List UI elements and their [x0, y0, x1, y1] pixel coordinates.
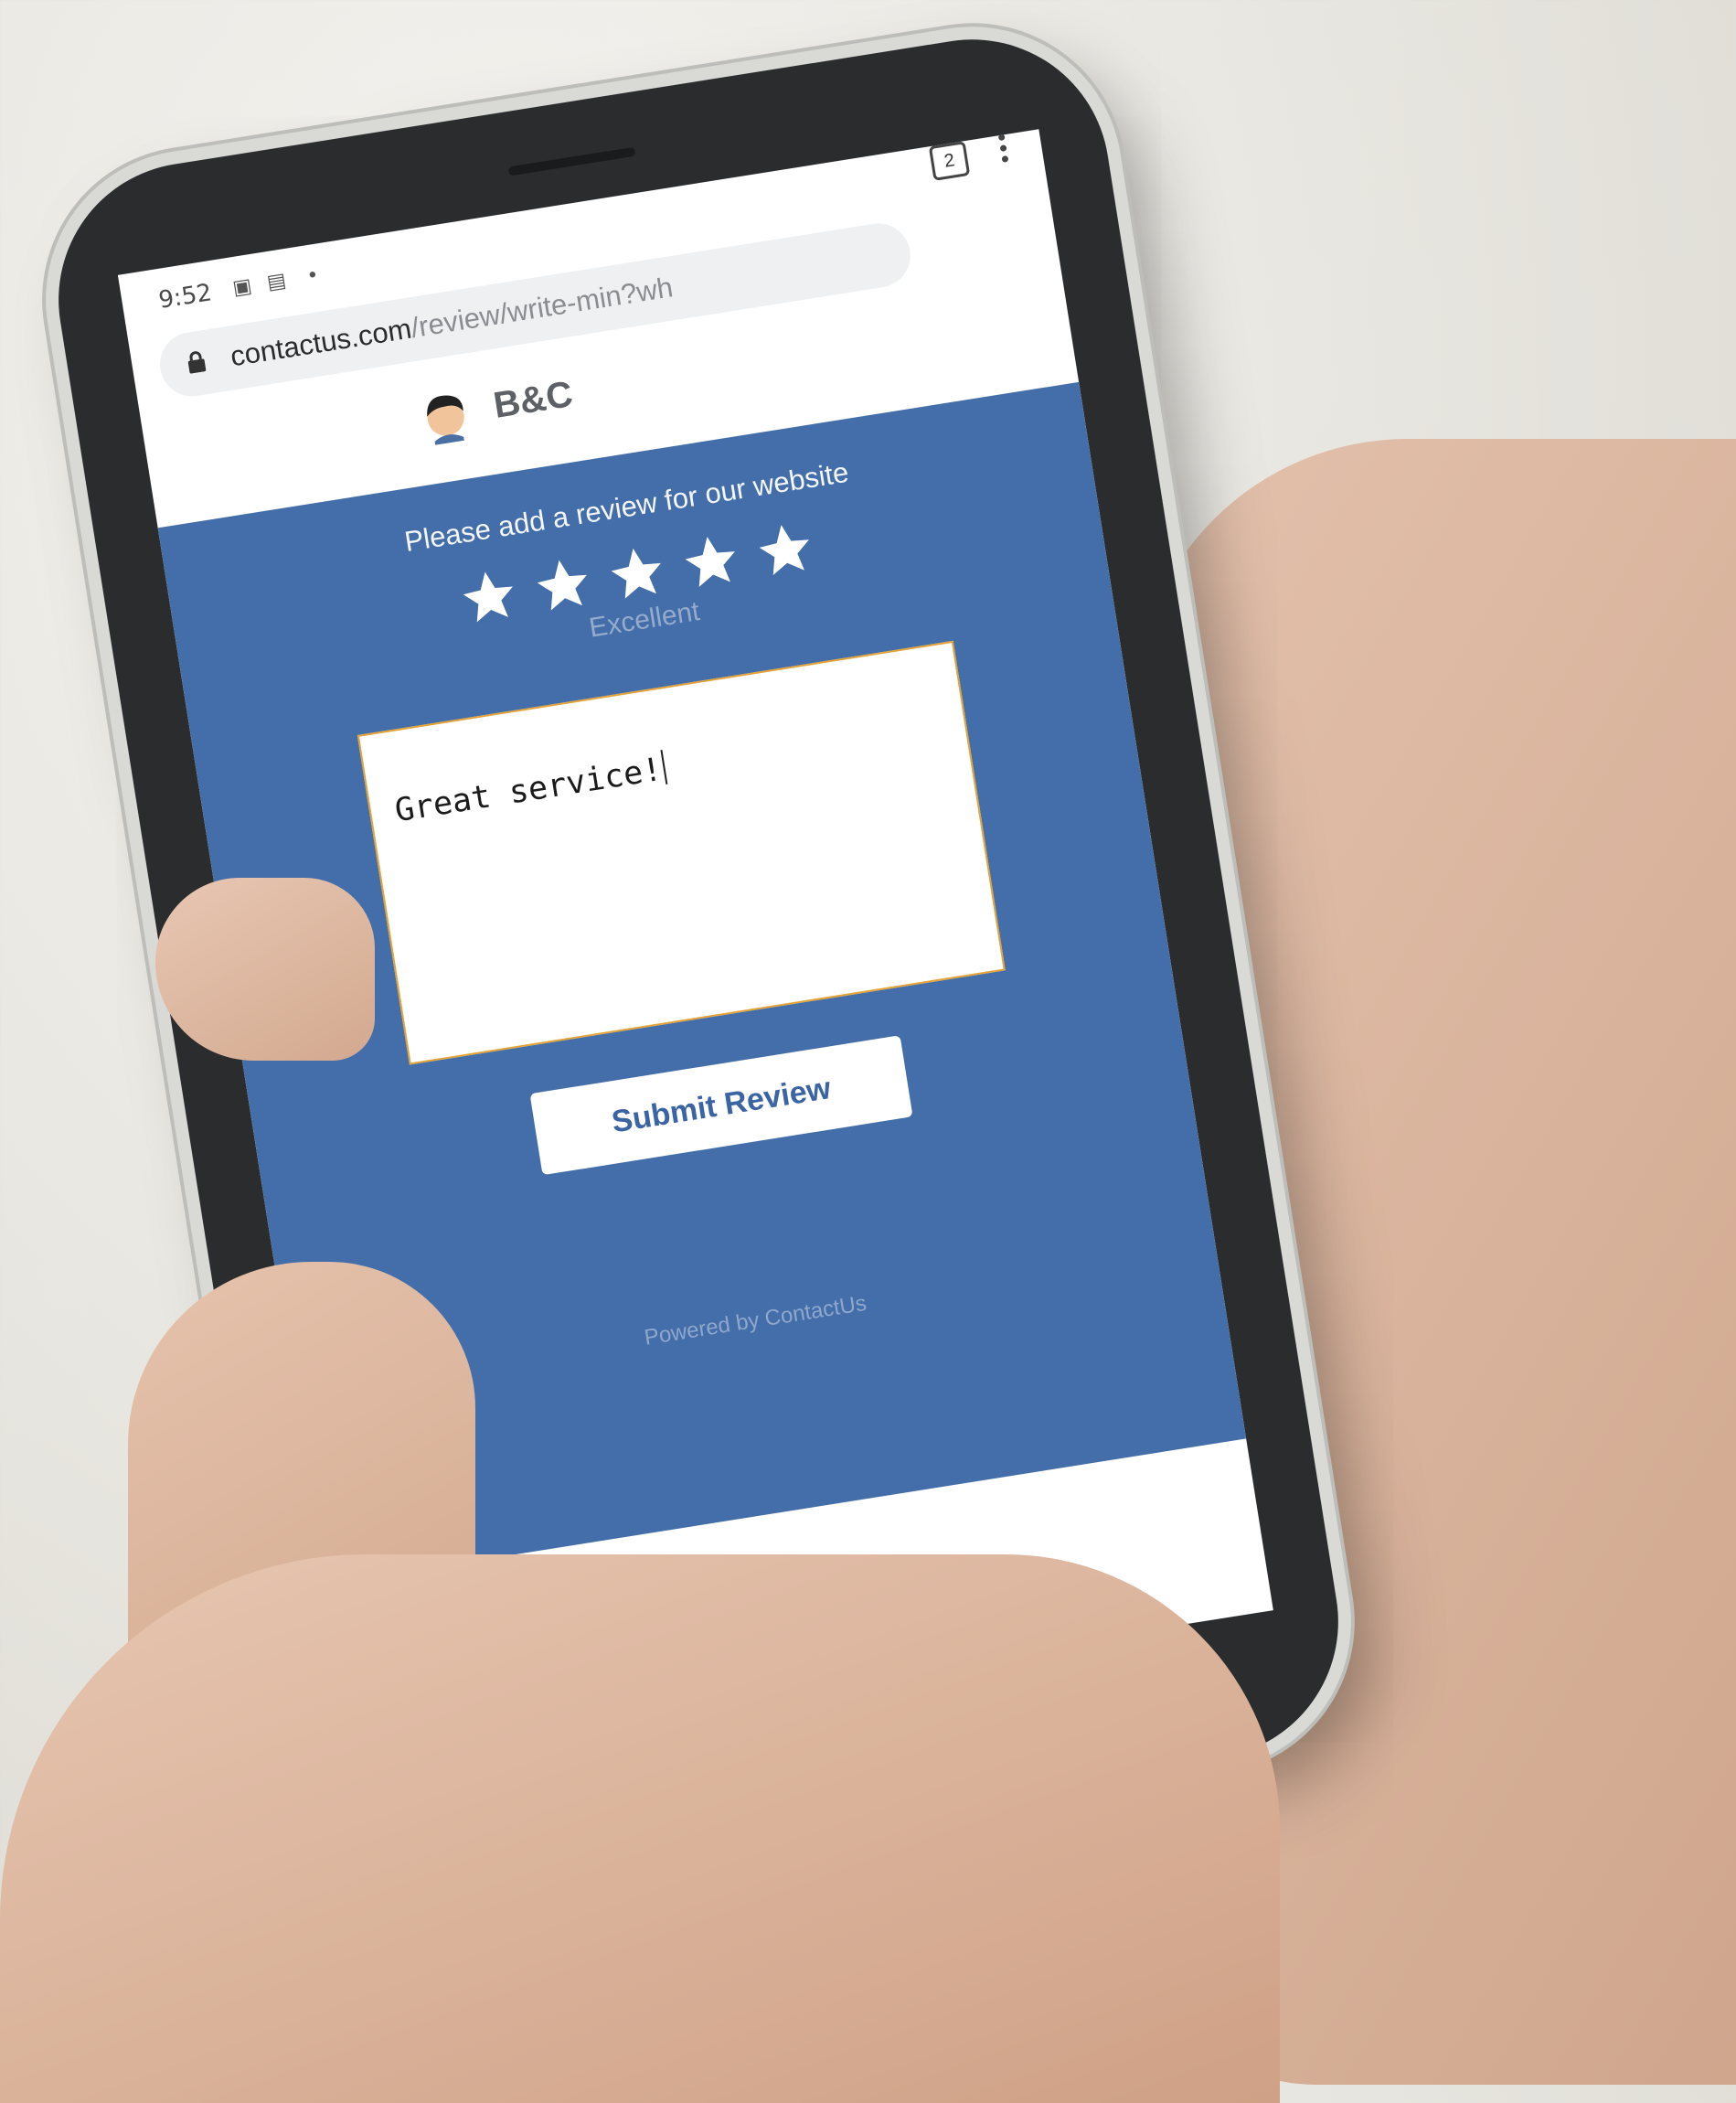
url-host: contactus.com	[228, 312, 414, 373]
review-textarea[interactable]: Great service!	[357, 640, 1006, 1065]
tabs-button[interactable]: 2	[928, 141, 971, 181]
dot-icon: •	[304, 263, 321, 289]
star-icon[interactable]	[454, 562, 524, 632]
brand-name: B&C	[490, 373, 576, 426]
url-path: /review/write-min?wh	[409, 271, 676, 345]
news-icon: ▤	[265, 269, 288, 295]
submit-review-button[interactable]: Submit Review	[529, 1035, 913, 1176]
star-icon[interactable]	[602, 539, 672, 608]
star-icon[interactable]	[751, 516, 820, 585]
tabs-count: 2	[943, 150, 956, 172]
lock-icon	[187, 351, 207, 374]
star-icon[interactable]	[676, 527, 746, 596]
left-palm	[0, 1554, 1280, 2103]
review-text: Great service!	[392, 751, 665, 830]
star-icon[interactable]	[528, 550, 598, 620]
image-icon: ▣	[230, 274, 254, 301]
status-time: 9:52	[156, 279, 214, 315]
left-thumb	[155, 878, 375, 1061]
avatar-icon	[427, 395, 464, 445]
earpiece	[507, 146, 636, 176]
